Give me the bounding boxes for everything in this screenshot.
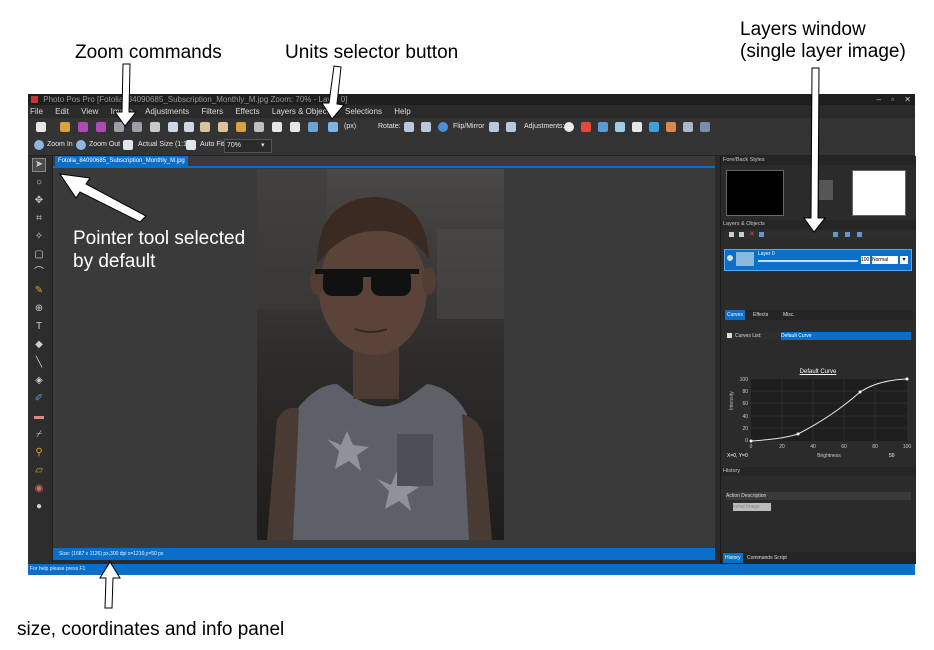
pointer-arrow-icon xyxy=(58,173,147,223)
zoom-arrow-icon xyxy=(114,63,138,127)
info-arrow-icon xyxy=(99,561,121,609)
callout-pointer-tool-2: by default xyxy=(73,251,156,272)
annotation-arrows xyxy=(58,63,827,609)
units-arrow-icon xyxy=(321,65,345,120)
callout-pointer-tool-1: Pointer tool selected xyxy=(73,228,246,249)
layers-arrow-icon xyxy=(803,67,827,233)
